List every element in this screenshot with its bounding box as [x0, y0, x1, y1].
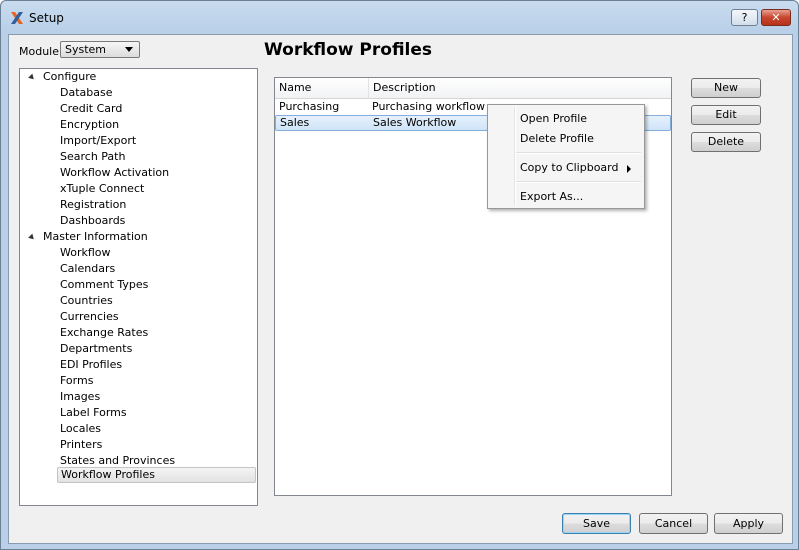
tree-item-exchange-rates[interactable]: Exchange Rates — [59, 325, 148, 341]
tree-item-xtuple-connect[interactable]: xTuple Connect — [59, 181, 144, 197]
client-area: Module: System Configure Database Credit… — [8, 34, 793, 544]
cancel-button[interactable]: Cancel — [639, 513, 708, 534]
tree-group-label: Configure — [43, 70, 97, 83]
cell-description: Purchasing workflow — [372, 100, 485, 113]
tree-item-calendars[interactable]: Calendars — [59, 261, 115, 277]
module-label: Module: — [19, 45, 63, 58]
menu-item-delete-profile[interactable]: Delete Profile — [520, 129, 594, 149]
cell-name: Purchasing — [279, 100, 340, 113]
tree-item-database[interactable]: Database — [59, 85, 113, 101]
expand-arrow-icon[interactable] — [28, 233, 36, 241]
chevron-down-icon — [125, 47, 133, 52]
tree-item-label-forms[interactable]: Label Forms — [59, 405, 127, 421]
menu-item-copy-to-clipboard[interactable]: Copy to Clipboard — [520, 158, 618, 178]
menu-item-export-as[interactable]: Export As... — [520, 187, 583, 207]
tree-item-departments[interactable]: Departments — [59, 341, 132, 357]
close-icon: ✕ — [771, 11, 781, 24]
column-header-description[interactable]: Description — [369, 78, 671, 98]
delete-button[interactable]: Delete — [691, 132, 761, 152]
edit-button[interactable]: Edit — [691, 105, 761, 125]
tree-item-currencies[interactable]: Currencies — [59, 309, 119, 325]
tree-item-import-export[interactable]: Import/Export — [59, 133, 136, 149]
module-select[interactable]: System — [60, 41, 140, 58]
tree-item-credit-card[interactable]: Credit Card — [59, 101, 122, 117]
page-title: Workflow Profiles — [264, 40, 433, 60]
new-button[interactable]: New — [691, 78, 761, 98]
tree-item-search-path[interactable]: Search Path — [59, 149, 125, 165]
tree-group-master-information[interactable]: Master Information — [20, 229, 148, 245]
tree-item-workflow-profiles[interactable]: Workflow Profiles — [57, 467, 256, 483]
help-button[interactable]: ? — [731, 9, 758, 26]
xtuple-logo-icon — [11, 12, 23, 24]
tree-item-locales[interactable]: Locales — [59, 421, 101, 437]
window-title: Setup — [29, 11, 64, 25]
context-menu: Open Profile Delete Profile Copy to Clip… — [487, 104, 645, 209]
menu-separator — [516, 181, 641, 183]
help-icon: ? — [741, 11, 748, 24]
cell-name: Sales — [280, 116, 310, 129]
column-header-name[interactable]: Name — [275, 78, 369, 98]
tree-group-configure[interactable]: Configure — [20, 69, 96, 85]
close-button[interactable]: ✕ — [761, 9, 791, 26]
tree-item-workflow[interactable]: Workflow — [59, 245, 111, 261]
apply-button[interactable]: Apply — [714, 513, 783, 534]
tree-item-comment-types[interactable]: Comment Types — [59, 277, 148, 293]
tree-item-encryption[interactable]: Encryption — [59, 117, 119, 133]
tree-item-dashboards[interactable]: Dashboards — [59, 213, 125, 229]
expand-arrow-icon[interactable] — [28, 73, 36, 81]
tree-item-printers[interactable]: Printers — [59, 437, 102, 453]
list-header: Name Description — [275, 78, 671, 99]
tree-item-images[interactable]: Images — [59, 389, 100, 405]
tree-group-label: Master Information — [43, 230, 148, 243]
menu-item-open-profile[interactable]: Open Profile — [520, 109, 587, 129]
tree-item-edi-profiles[interactable]: EDI Profiles — [59, 357, 122, 373]
tree-item-workflow-activation[interactable]: Workflow Activation — [59, 165, 169, 181]
tree-item-countries[interactable]: Countries — [59, 293, 113, 309]
setup-window: Setup ? ✕ Module: System Configure Datab… — [0, 0, 799, 550]
title-bar[interactable]: Setup ? ✕ — [1, 1, 798, 35]
cell-description: Sales Workflow — [373, 116, 457, 129]
module-selected-value: System — [65, 43, 107, 56]
submenu-arrow-icon — [627, 165, 631, 173]
tree-item-registration[interactable]: Registration — [59, 197, 126, 213]
save-button[interactable]: Save — [562, 513, 631, 534]
menu-gutter — [514, 107, 516, 206]
setup-tree[interactable]: Configure Database Credit Card Encryptio… — [19, 68, 258, 506]
menu-separator — [516, 152, 641, 154]
tree-item-forms[interactable]: Forms — [59, 373, 93, 389]
